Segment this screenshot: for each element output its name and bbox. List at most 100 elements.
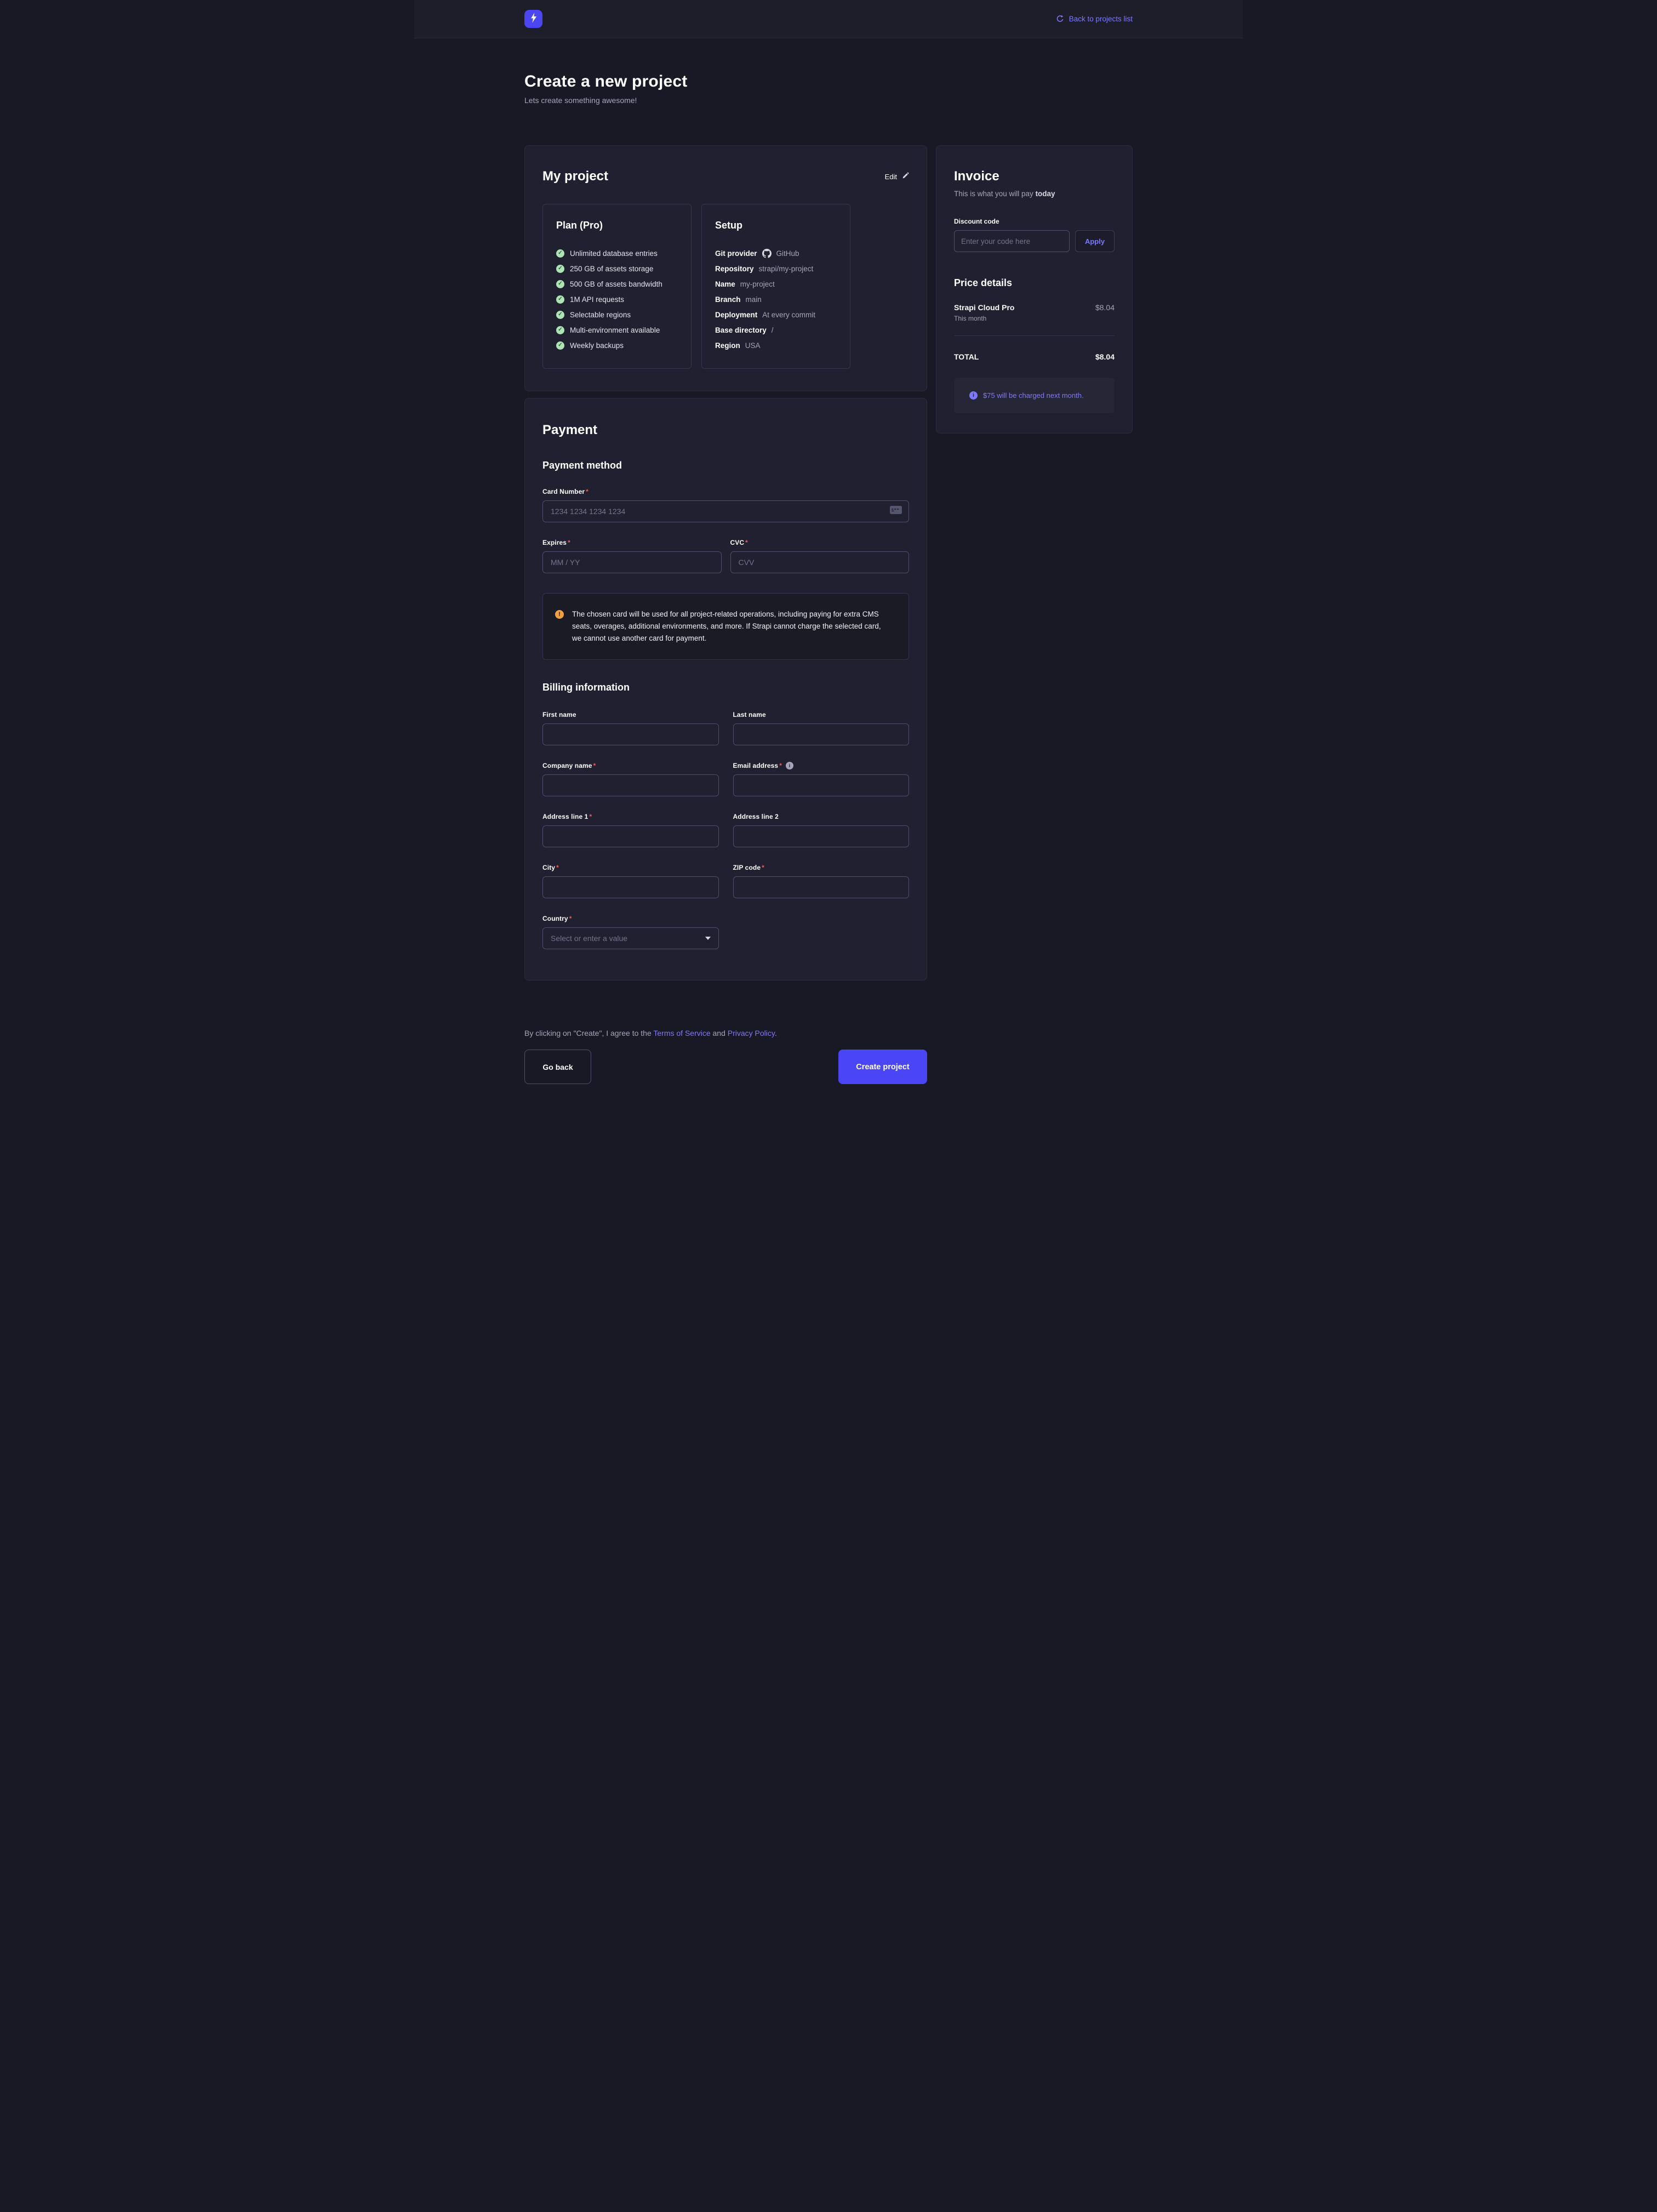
strapi-cloud-logo[interactable] [524,10,542,28]
footer-buttons: Go back Create project [524,1050,927,1084]
terms-of-service-link[interactable]: Terms of Service [653,1029,710,1037]
cvc-input[interactable] [730,551,910,573]
address-line-2-input[interactable] [733,825,910,847]
billing-field-city: City* [542,864,719,898]
plan-feature-list: ✓Unlimited database entries✓250 GB of as… [556,246,678,353]
card-usage-notice: ! The chosen card will be used for all p… [542,593,909,660]
content-columns: My project Edit Plan (Pro) ✓ Unlimited da… [524,145,1133,1161]
plan-feature-label: 500 GB of assets bandwidth [570,280,662,288]
billing-field-address-line-1: Address line 1* [542,813,719,847]
card-number-input[interactable] [542,500,909,522]
setup-row-value: USA [745,341,761,350]
check-circle-icon: ✓ [556,295,564,304]
payment-method-title: Payment method [542,460,909,471]
invoice-subtitle: This is what you will pay today [954,190,1115,198]
setup-row-value: At every commit [762,311,815,319]
invoice-total-row: TOTAL $8.04 [954,352,1115,361]
payment-card: Payment Payment method Card Number* Expi… [524,398,927,980]
card-number-label: Card Number* [542,488,909,495]
pencil-icon [902,172,909,181]
zip-code-input[interactable] [733,876,910,898]
expires-input[interactable] [542,551,722,573]
billing-field-country: Country*Select or enter a value [542,915,719,949]
payment-title: Payment [542,423,909,438]
price-item-name: Strapi Cloud Pro [954,303,1014,312]
required-asterisk: * [762,864,764,871]
required-asterisk: * [556,864,559,871]
terms-agreement-text: By clicking on "Create", I agree to the … [524,1029,1133,1037]
total-amount: $8.04 [1095,352,1115,361]
lightning-bolt-icon [528,12,540,26]
last-name-input[interactable] [733,723,910,745]
plan-feature-label: 250 GB of assets storage [570,265,653,273]
info-icon: i [969,391,978,400]
main-column: My project Edit Plan (Pro) ✓ Unlimited da… [524,145,927,1161]
page-subtitle: Lets create something awesome! [524,96,1133,105]
billing-field-label: ZIP code* [733,864,910,871]
check-circle-icon: ✓ [556,311,564,319]
setup-row-label: Name [715,280,735,288]
back-to-projects-link[interactable]: Back to projects list [1056,15,1133,23]
required-asterisk: * [586,488,588,495]
email-address-input[interactable] [733,774,910,796]
next-month-charge-text: $75 will be charged next month. [983,391,1084,400]
create-project-button[interactable]: Create project [838,1050,927,1084]
setup-row-branch: Branch main [715,292,837,307]
setup-row-repository: Repositorystrapi/my-project [715,261,837,276]
discount-code-input[interactable] [954,230,1070,252]
check-circle-icon: ✓ [556,341,564,350]
my-project-card: My project Edit Plan (Pro) ✓ Unlimited da… [524,145,927,391]
invoice-title: Invoice [954,169,1115,184]
required-asterisk: * [569,915,572,922]
discount-row: Apply [954,230,1115,252]
setup-row-region: RegionUSA [715,338,837,353]
plan-feature-label: Selectable regions [570,311,631,319]
plan-card-title: Plan (Pro) [556,220,678,231]
address-line-1-input[interactable] [542,825,719,847]
project-summary-cards: Plan (Pro) ✓Unlimited database entries✓2… [542,204,909,369]
billing-field-email-address: Email address*i [733,762,910,796]
price-item-period: This month [954,315,1115,322]
edit-button-label: Edit [885,173,897,181]
card-number-input-wrap [542,500,909,522]
setup-card: Setup Git provider GitHubRepositorystrap… [701,204,850,369]
plan-feature: ✓250 GB of assets storage [556,261,678,276]
side-column: Invoice This is what you will pay today … [936,145,1133,434]
card-usage-notice-text: The chosen card will be used for all pro… [572,608,892,645]
page-header: Create a new project Lets create somethi… [524,72,1133,105]
setup-rows: Git provider GitHubRepositorystrapi/my-p… [715,246,837,353]
plan-feature-label: 1M API requests [570,295,624,304]
back-link-label: Back to projects list [1069,15,1133,23]
city-input[interactable] [542,876,719,898]
setup-row-value: main [746,295,762,304]
required-asterisk: * [593,762,596,769]
billing-field-zip-code: ZIP code* [733,864,910,898]
plan-feature: ✓500 GB of assets bandwidth [556,276,678,292]
first-name-input[interactable] [542,723,719,745]
setup-row-value: strapi/my-project [759,265,814,273]
invoice-divider [954,335,1115,336]
privacy-policy-link[interactable]: Privacy Policy [728,1029,775,1037]
setup-card-title: Setup [715,220,837,231]
setup-row-base-directory: Base directory/ [715,322,837,338]
go-back-button[interactable]: Go back [524,1050,591,1084]
setup-row-label: Base directory [715,326,767,334]
country-select[interactable]: Select or enter a value [542,927,719,949]
plan-feature: ✓ Selectable regions [556,307,678,322]
chevron-down-icon [705,937,711,940]
required-asterisk: * [745,539,748,546]
setup-row-label: Deployment [715,311,757,319]
setup-row-git-provider: Git provider GitHub [715,246,837,261]
plan-feature-label: Weekly backups [570,341,624,350]
billing-field-label: Company name* [542,762,719,769]
plan-feature-label: Unlimited database entries [570,249,658,258]
billing-field-label: Last name [733,711,910,719]
edit-project-button[interactable]: Edit [885,172,909,181]
my-project-card-header: My project Edit [542,169,909,184]
cvc-field: CVC* [730,539,910,573]
apply-discount-button[interactable]: Apply [1075,230,1115,252]
plan-card: Plan (Pro) ✓Unlimited database entries✓2… [542,204,692,369]
company-name-input[interactable] [542,774,719,796]
expires-field: Expires* [542,539,722,573]
setup-row-label: Branch [715,295,741,304]
